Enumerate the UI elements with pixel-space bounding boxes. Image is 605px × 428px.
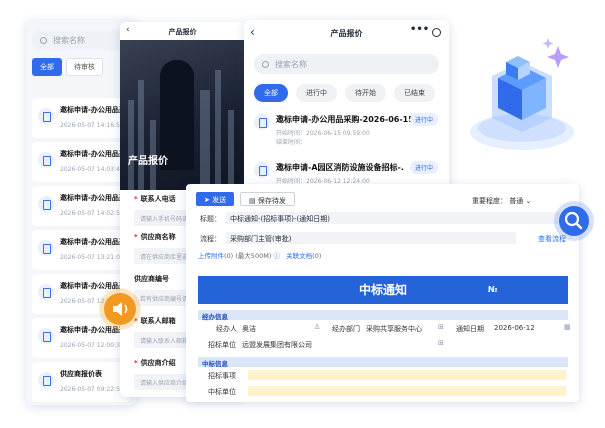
close-circle-icon[interactable] bbox=[432, 28, 441, 37]
chevron-down-icon: ⌄ bbox=[525, 197, 532, 205]
item-date: 2026-05-07 12:00:3 bbox=[60, 342, 120, 349]
status-tabs: 全部 进行中 待开始 已结束 bbox=[254, 84, 435, 102]
card-title: 邀标申请-A园区消防设施设备招标-... bbox=[276, 163, 404, 172]
hero-title: 产品报价 bbox=[128, 156, 168, 167]
document-icon bbox=[38, 240, 54, 256]
flow-label: 流程： bbox=[200, 235, 221, 243]
search-bar[interactable]: 搜索名称 bbox=[254, 54, 439, 74]
item-date: 2026-05-07 14:16:5 bbox=[60, 122, 120, 129]
search-icon bbox=[262, 60, 269, 68]
list-item[interactable]: 邀标申请-办公用品采 2026-05-07 14:02:5 bbox=[32, 186, 130, 226]
winning-unit-input[interactable] bbox=[248, 386, 566, 396]
tab-not-started[interactable]: 待开始 bbox=[345, 84, 386, 102]
tab-ended[interactable]: 已结束 bbox=[394, 84, 435, 102]
user-icon[interactable]: ♙ bbox=[314, 323, 320, 331]
bid-item-input[interactable] bbox=[248, 370, 566, 380]
field-label: * 供应商介绍 bbox=[134, 359, 176, 367]
field-label: * 联系人邮箱 bbox=[134, 317, 176, 325]
search-placeholder: 搜索名称 bbox=[275, 59, 307, 69]
notice-banner: 中标通知 № bbox=[198, 276, 568, 304]
speaker-icon[interactable] bbox=[104, 293, 136, 325]
section-handler-info: 经办信息 bbox=[198, 310, 568, 321]
document-icon bbox=[38, 372, 54, 388]
field-label: * 供应商名称 bbox=[134, 233, 176, 241]
section-award-info: 中标信息 bbox=[198, 357, 568, 368]
related-count: (0) bbox=[312, 252, 322, 260]
bid-org-value[interactable]: 远盟发展集团有限公司 bbox=[242, 340, 312, 350]
search-icon[interactable] bbox=[559, 206, 589, 236]
org-icon[interactable]: ⊞ bbox=[438, 323, 444, 331]
hero-image: 产品报价 bbox=[120, 40, 245, 190]
winning-unit-label: 中标单位 bbox=[208, 388, 236, 396]
tab-in-progress[interactable]: 进行中 bbox=[296, 84, 337, 102]
start-time: 2026-06-15 09:59:00 bbox=[306, 130, 370, 137]
item-date: 2026-05-07 14:03:4 bbox=[60, 166, 120, 173]
send-button[interactable]: ➤ 发送 bbox=[196, 192, 235, 206]
list-item[interactable]: 邀标申请-办公用品采 2026-05-07 14:16:5 bbox=[32, 98, 130, 138]
subject-input[interactable]: 中标通知-(招标事项)-(通知日期) bbox=[226, 212, 566, 224]
search-placeholder: 搜索名称 bbox=[53, 35, 85, 45]
card-title: 邀标申请-办公用品采购-2026-06-15 bbox=[276, 115, 414, 124]
award-notice-form: ➤ 发送 ▤ 保存待发 重要程度： 普通 ⌄ 标题： 中标通知-(招标事项)-(… bbox=[186, 184, 579, 402]
list-item[interactable]: 邀标申请-办公用品采 2026-05-07 13:21:0 bbox=[32, 230, 130, 270]
item-date: 2026-05-07 14:02:5 bbox=[60, 210, 120, 217]
item-date: 2026-05-07 09:22:5 bbox=[60, 386, 120, 393]
subject-label: 标题： bbox=[200, 215, 221, 223]
bid-org-label: 招标单位 bbox=[208, 341, 236, 349]
related-doc-link[interactable]: 关联文档 bbox=[286, 252, 312, 260]
quote-card[interactable]: 邀标申请-办公用品采购-2026-06-15 进行中 开始时间：2026-06-… bbox=[254, 112, 442, 152]
search-icon bbox=[40, 36, 47, 44]
save-draft-button[interactable]: ▤ 保存待发 bbox=[240, 192, 295, 206]
document-icon bbox=[38, 328, 54, 344]
help-icon[interactable]: ⓘ bbox=[273, 252, 280, 260]
nav-title: 产品报价 bbox=[168, 28, 197, 36]
date-value[interactable]: 2026-06-12 bbox=[494, 324, 535, 332]
status-badge: 进行中 bbox=[410, 161, 439, 174]
document-icon bbox=[254, 114, 270, 130]
dept-value[interactable]: 采购共享服务中心 bbox=[366, 324, 422, 334]
send-icon: ➤ bbox=[204, 196, 210, 204]
tab-all[interactable]: 全部 bbox=[254, 84, 288, 102]
status-badge: 进行中 bbox=[410, 113, 439, 126]
flow-input[interactable]: 采购部门主管(审批) bbox=[226, 232, 516, 244]
field-label: * 联系人电话 bbox=[134, 195, 176, 203]
save-icon: ▤ bbox=[249, 197, 256, 205]
number-label: № bbox=[488, 285, 498, 294]
document-icon bbox=[254, 162, 270, 178]
list-item[interactable]: 邀标申请-办公用品采 2026-05-07 14:03:4 bbox=[32, 142, 130, 182]
nav-bar: ‹ 产品报价 bbox=[120, 22, 245, 40]
tab-pending[interactable]: 待审核 bbox=[66, 58, 103, 76]
dept-label: 经办部门 bbox=[332, 325, 360, 333]
priority-select[interactable]: 重要程度： 普通 ⌄ bbox=[472, 196, 531, 206]
cube-illustration bbox=[462, 36, 580, 156]
org-icon[interactable]: ⊞ bbox=[438, 339, 444, 347]
quote-list-panel: ‹ 产品报价 ••• 搜索名称 全部 进行中 待开始 已结束 邀标申请-办公用品… bbox=[244, 20, 449, 205]
start-label: 开始时间： bbox=[276, 130, 307, 137]
subject-row: 标题： bbox=[200, 214, 221, 224]
upload-info: (0) (最大500M) bbox=[224, 252, 272, 260]
search-bar[interactable]: 搜索名称 bbox=[32, 30, 130, 50]
document-icon bbox=[38, 284, 54, 300]
end-label: 结束时间： bbox=[276, 139, 307, 146]
more-icon[interactable]: ••• bbox=[410, 24, 429, 35]
item-date: 2026-05-07 13:21:0 bbox=[60, 254, 120, 261]
list-item[interactable]: 供应商报价表 2026-05-07 09:22:5 bbox=[32, 362, 130, 402]
calendar-icon[interactable]: ▦ bbox=[564, 323, 571, 331]
handler-label: 经办人 bbox=[216, 325, 237, 333]
upload-link[interactable]: 上传附件 bbox=[198, 252, 224, 260]
handler-value[interactable]: 奥洁 bbox=[242, 324, 256, 334]
date-label: 通知日期 bbox=[456, 325, 484, 333]
document-icon bbox=[38, 108, 54, 124]
bid-item-label: 招标事项 bbox=[208, 372, 236, 380]
field-label: 供应商编号 bbox=[134, 275, 169, 283]
filter-tabs: 全部 待审核 bbox=[32, 58, 103, 76]
document-icon bbox=[38, 152, 54, 168]
tab-all[interactable]: 全部 bbox=[32, 58, 62, 76]
document-icon bbox=[38, 196, 54, 212]
